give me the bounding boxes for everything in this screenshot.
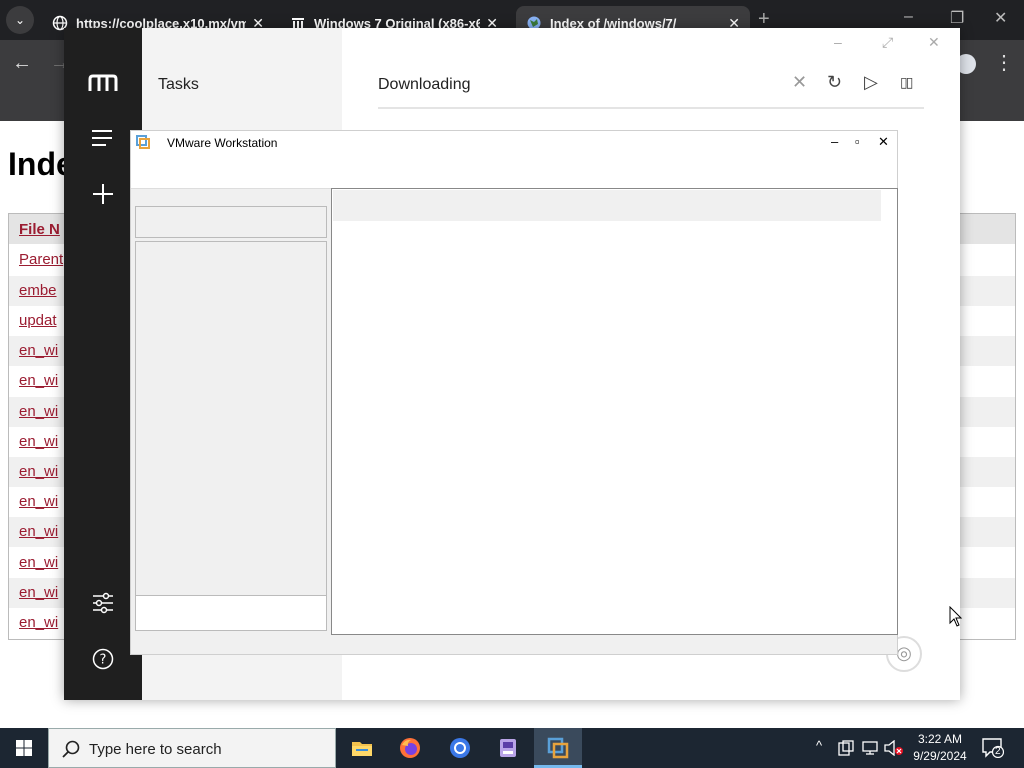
file-link[interactable]: updat (19, 312, 57, 329)
add-task-icon[interactable] (91, 184, 115, 208)
taskbar-search-input[interactable]: Type here to search (48, 728, 336, 768)
minimize-icon[interactable]: – (834, 34, 842, 50)
refresh-icon[interactable]: ↻ (827, 72, 842, 93)
pause-icon[interactable]: ▯▯ (900, 74, 913, 91)
window-title: VMware Workstation (167, 136, 278, 150)
svg-text:?: ? (100, 653, 107, 668)
file-link[interactable]: Parent (19, 251, 63, 268)
more-menu-icon[interactable]: ⋮ (994, 50, 1014, 75)
restore-icon[interactable]: ❐ (950, 8, 964, 28)
clear-icon[interactable]: ✕ (792, 72, 807, 93)
back-icon[interactable]: ← (12, 52, 32, 75)
library-search-input[interactable] (135, 206, 327, 238)
file-link[interactable]: en_wi (19, 372, 58, 389)
windows-start-icon (16, 740, 32, 756)
file-link[interactable]: embe (19, 282, 57, 299)
mouse-cursor-icon (949, 606, 963, 627)
notification-count: 2 (995, 746, 1001, 757)
start-button[interactable] (0, 728, 48, 768)
minimize-icon[interactable]: – (904, 8, 913, 26)
file-link[interactable]: en_wi (19, 342, 58, 359)
file-link[interactable]: en_wi (19, 403, 58, 420)
chrome-taskbar-icon (450, 738, 470, 758)
file-name-column-header[interactable]: File N (19, 221, 60, 238)
library-footer (135, 595, 327, 631)
tablet-mode-icon[interactable] (838, 740, 854, 768)
file-link[interactable]: en_wi (19, 584, 58, 601)
vmware-content-area (331, 188, 898, 635)
library-tree[interactable] (135, 241, 327, 596)
help-icon[interactable]: ? (91, 648, 115, 672)
downloading-header: Downloading (378, 76, 471, 93)
settings-sliders-icon[interactable] (91, 592, 115, 616)
vmware-icon (136, 135, 150, 149)
network-icon[interactable] (862, 740, 880, 768)
close-icon[interactable]: ✕ (878, 134, 889, 150)
file-link[interactable]: en_wi (19, 523, 58, 540)
file-link[interactable]: en_wi (19, 493, 58, 510)
file-link[interactable]: en_wi (19, 614, 58, 631)
vmware-toolbar (131, 155, 897, 189)
vmware-workstation-window: VMware Workstation – ▫ ✕ (130, 130, 898, 655)
play-icon[interactable]: ▷ (864, 72, 878, 93)
chrome-button[interactable] (436, 728, 484, 768)
app-logo-icon (88, 74, 118, 91)
minimize-icon[interactable]: – (831, 134, 838, 149)
hamburger-menu-icon[interactable] (91, 128, 115, 152)
search-icon (62, 740, 80, 758)
maximize-icon[interactable]: ▫ (855, 134, 860, 149)
firefox-button[interactable] (386, 728, 434, 768)
file-explorer-button[interactable] (338, 728, 386, 768)
vmware-taskbar-button[interactable] (534, 728, 582, 768)
firefox-icon (400, 738, 420, 758)
file-explorer-icon (352, 742, 372, 756)
file-link[interactable]: en_wi (19, 463, 58, 480)
vmware-titlebar: VMware Workstation – ▫ ✕ (131, 131, 897, 155)
library-panel (135, 206, 327, 631)
close-icon[interactable]: ✕ (994, 8, 1007, 28)
file-link[interactable]: en_wi (19, 433, 58, 450)
speaker-muted-icon[interactable] (884, 739, 904, 768)
clock-date: 9/29/2024 (913, 749, 967, 763)
vmware-icon (547, 737, 569, 759)
close-icon[interactable]: ✕ (928, 34, 940, 51)
tray-overflow-chevron[interactable]: ^ (816, 738, 822, 768)
clock-time: 3:22 AM (917, 732, 963, 746)
header-divider (378, 107, 924, 109)
tab-search-button[interactable]: ⌄ (6, 6, 34, 34)
search-placeholder: Type here to search (89, 741, 222, 758)
tasks-title: Tasks (158, 76, 199, 93)
storage-app-icon (500, 739, 516, 757)
tab-bar (333, 190, 881, 221)
windows-taskbar: Type here to search ^ 3:22 AM 9/29/2024 … (0, 728, 1024, 768)
notification-center-button[interactable]: 2 (982, 738, 1005, 759)
maximize-icon[interactable]: ⤢ (882, 34, 893, 51)
file-link[interactable]: en_wi (19, 554, 58, 571)
storage-app-button[interactable] (484, 728, 532, 768)
system-clock[interactable]: 3:22 AM 9/29/2024 (905, 731, 975, 765)
